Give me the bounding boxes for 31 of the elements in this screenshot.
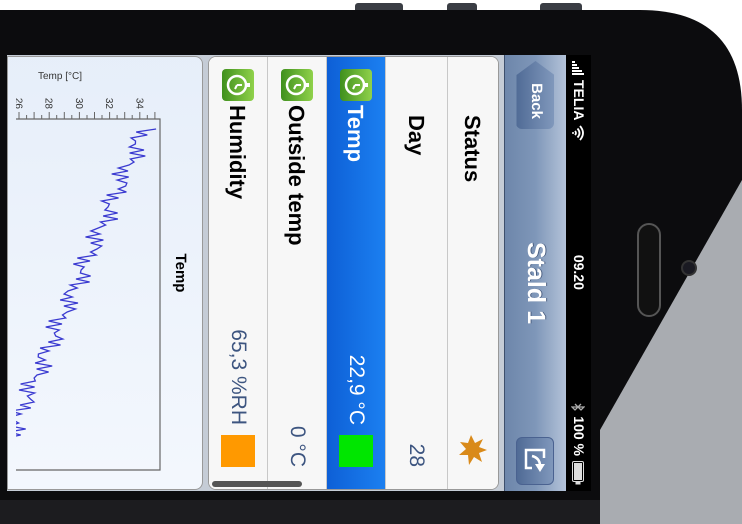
screen-title: Stald 1 xyxy=(521,242,552,324)
row-label: Status xyxy=(460,115,486,182)
list-row[interactable]: Temp 22,9 °C xyxy=(327,58,386,488)
row-value: 22,9 °C xyxy=(344,354,369,425)
stopwatch-icon xyxy=(222,69,254,101)
battery-percent: 100 % xyxy=(570,416,588,456)
tick-label: 34 xyxy=(133,98,144,109)
row-label: Outside temp xyxy=(284,105,310,246)
tick-label: 32 xyxy=(103,98,114,109)
row-label: Temp xyxy=(342,105,370,162)
list-row[interactable]: Humidity 65,3 %RH xyxy=(209,58,268,488)
tick-label: 30 xyxy=(72,98,84,109)
signal-icon xyxy=(572,61,584,75)
row-label: Day xyxy=(403,115,430,156)
wifi-icon xyxy=(572,125,584,142)
bluetooth-icon xyxy=(572,403,586,412)
carrier-name: TELIA xyxy=(570,80,588,120)
chart-title: Temp xyxy=(172,254,189,292)
row-value: 0 °C xyxy=(284,426,310,467)
tick-label: 28 xyxy=(42,98,54,109)
row-value: 65,3 %RH xyxy=(226,329,251,425)
stopwatch-icon xyxy=(340,69,372,101)
row-value: 28 xyxy=(404,444,430,467)
battery-icon xyxy=(572,460,584,485)
clock-time: 09.20 xyxy=(570,254,588,290)
axis-title: Temp [°C] xyxy=(38,71,82,82)
share-button[interactable] xyxy=(516,436,554,485)
back-button[interactable]: Back xyxy=(516,61,554,129)
stopwatch-icon xyxy=(281,69,313,101)
share-icon xyxy=(524,448,548,474)
row-label: Humidity xyxy=(224,105,252,200)
